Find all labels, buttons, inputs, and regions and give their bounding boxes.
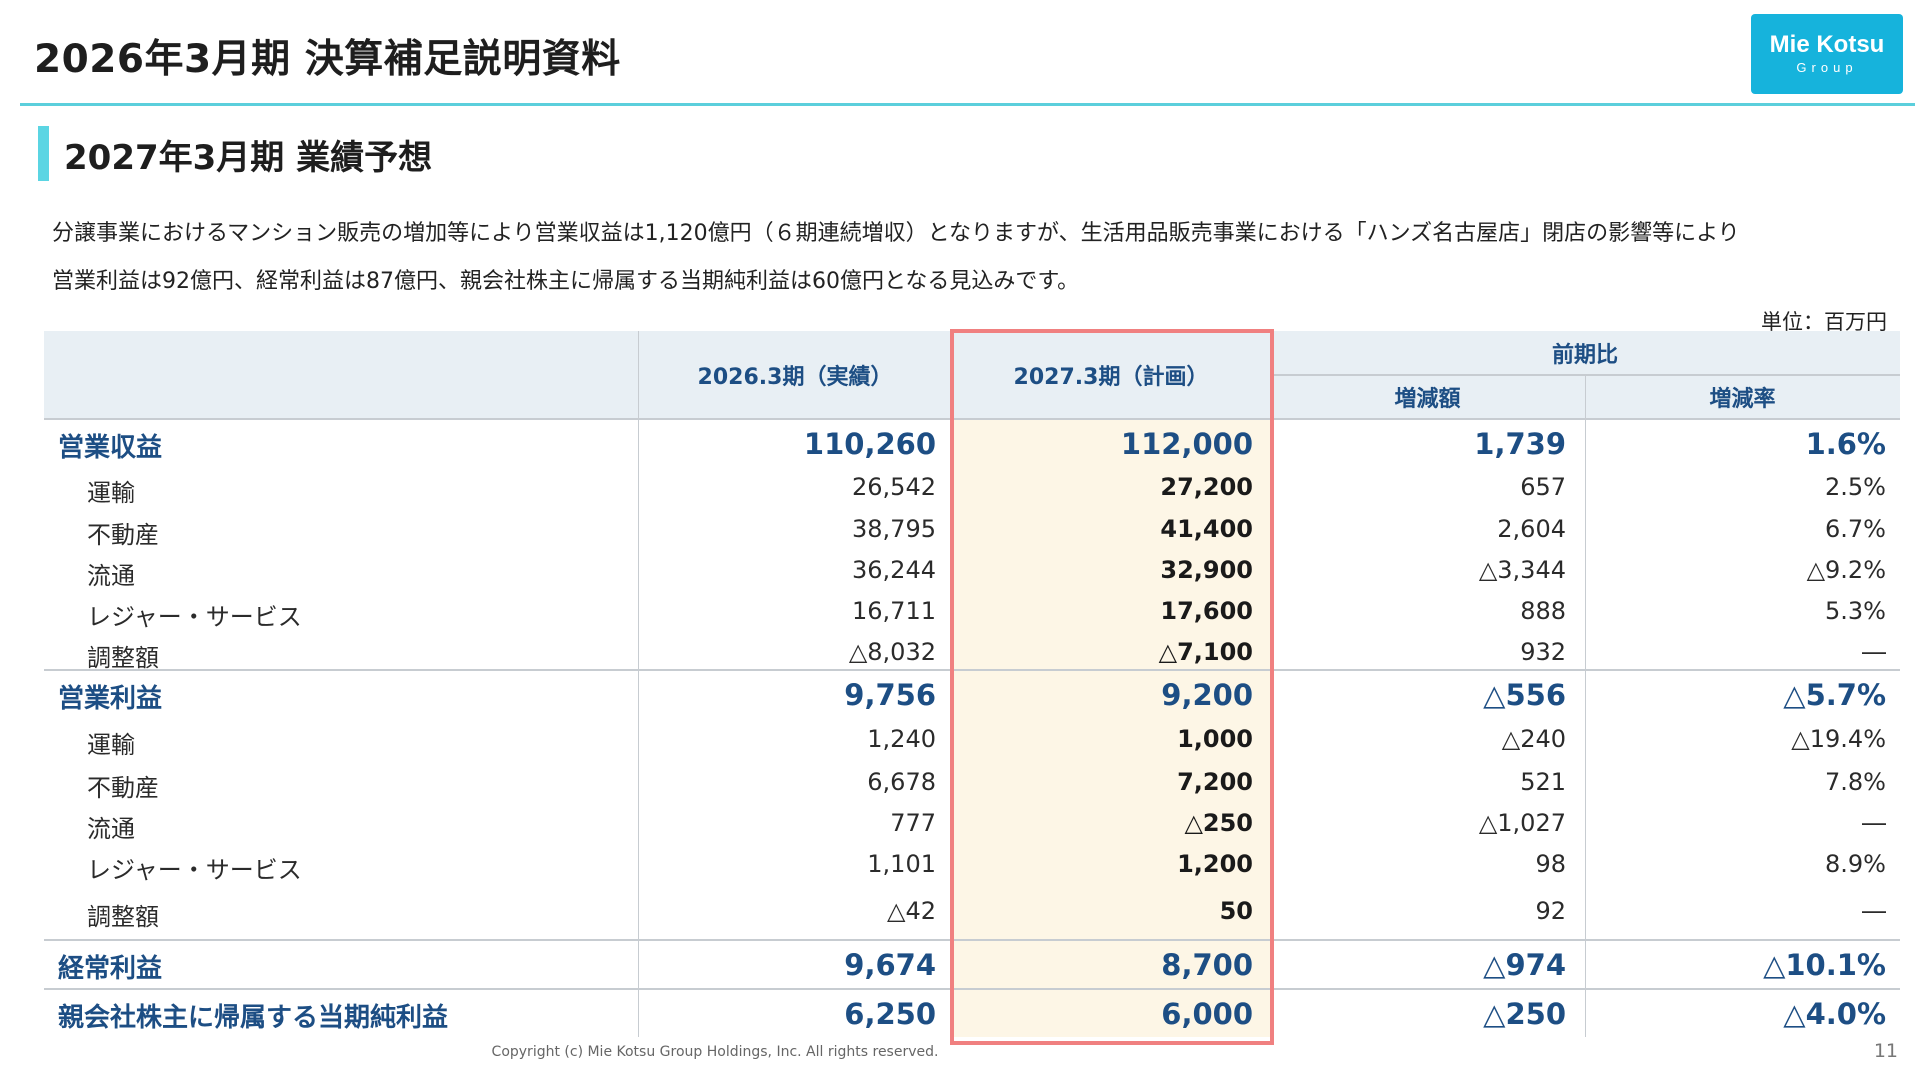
diff-value: 2,604	[1497, 515, 1566, 543]
row-label: 営業収益	[58, 433, 163, 463]
rate-value: 7.8%	[1825, 768, 1886, 796]
actual-value: 38,795	[852, 515, 936, 543]
description-line-1: 分譲事業におけるマンション販売の増加等により営業収益は1,120億円（６期連続増…	[52, 221, 1740, 246]
column-divider	[638, 331, 639, 1037]
page-title: 2026年3月期 決算補足説明資料	[34, 37, 621, 82]
header-diff: 増減額	[1394, 387, 1461, 412]
rate-value: 8.9%	[1825, 850, 1886, 878]
actual-value: 9,674	[844, 948, 936, 982]
diff-value: 657	[1520, 473, 1566, 501]
diff-value: 92	[1535, 897, 1566, 925]
header-comparison: 前期比	[1551, 343, 1618, 368]
header-rate: 増減率	[1709, 387, 1776, 412]
row-label: 不動産	[87, 774, 159, 802]
diff-value: 521	[1520, 768, 1566, 796]
section-accent-bar	[38, 126, 49, 181]
description: 分譲事業におけるマンション販売の増加等により営業収益は1,120億円（６期連続増…	[52, 210, 1920, 306]
header-divider	[1270, 374, 1900, 376]
plan-column-frame	[950, 329, 1274, 1045]
actual-value: △8,032	[848, 638, 936, 666]
rate-value: △4.0%	[1783, 997, 1886, 1031]
row-label: 不動産	[87, 521, 159, 549]
row-label: 流通	[87, 815, 135, 843]
actual-value: 110,260	[803, 427, 936, 461]
diff-value: △974	[1483, 948, 1566, 982]
description-line-2: 営業利益は92億円、経常利益は87億円、親会社株主に帰属する当期純利益は60億円…	[52, 269, 1080, 294]
rate-value: △10.1%	[1763, 948, 1886, 982]
section-title: 2027年3月期 業績予想	[64, 138, 433, 178]
rate-value: 5.3%	[1825, 597, 1886, 625]
title-divider	[20, 103, 1915, 106]
row-label: レジャー・サービス	[87, 856, 302, 884]
row-label: 調整額	[87, 644, 159, 672]
actual-value: 6,250	[844, 997, 936, 1031]
actual-value: 1,101	[867, 850, 936, 878]
forecast-table: 2026.3期（実績） 2027.3期（計画） 前期比 増減額 増減率 営業収益…	[44, 329, 1900, 1045]
rate-value: ―	[1862, 897, 1886, 925]
diff-value: 932	[1520, 638, 1566, 666]
diff-value: 1,739	[1474, 427, 1566, 461]
row-label: 経常利益	[58, 954, 163, 984]
actual-value: 36,244	[852, 556, 936, 584]
row-label: 運輸	[87, 731, 135, 759]
actual-value: 1,240	[867, 725, 936, 753]
diff-value: 888	[1520, 597, 1566, 625]
diff-value: △1,027	[1478, 809, 1566, 837]
row-label: レジャー・サービス	[87, 603, 302, 631]
rate-value: ―	[1862, 638, 1886, 666]
rate-value: △9.2%	[1806, 556, 1886, 584]
rate-value: ―	[1862, 809, 1886, 837]
rate-value: 6.7%	[1825, 515, 1886, 543]
actual-value: 9,756	[844, 678, 936, 712]
row-label: 流通	[87, 562, 135, 590]
rate-value: △19.4%	[1791, 725, 1886, 753]
actual-value: 26,542	[852, 473, 936, 501]
diff-value: △556	[1483, 678, 1566, 712]
diff-value: △250	[1483, 997, 1566, 1031]
row-label: 調整額	[87, 903, 159, 931]
logo-sub-text: Group	[1796, 60, 1858, 75]
rate-value: 1.6%	[1805, 427, 1886, 461]
diff-value: △3,344	[1478, 556, 1566, 584]
actual-value: 777	[890, 809, 936, 837]
rate-value: 2.5%	[1825, 473, 1886, 501]
actual-value: 6,678	[867, 768, 936, 796]
header-actual: 2026.3期（実績）	[697, 365, 893, 390]
row-label: 親会社株主に帰属する当期純利益	[58, 1003, 449, 1033]
row-label: 運輸	[87, 479, 135, 507]
rate-value: △5.7%	[1783, 678, 1886, 712]
row-label: 営業利益	[58, 684, 163, 714]
copyright: Copyright (c) Mie Kotsu Group Holdings, …	[491, 1044, 939, 1060]
actual-value: 16,711	[852, 597, 936, 625]
diff-value: △240	[1501, 725, 1566, 753]
company-logo: Mie Kotsu Group	[1751, 14, 1903, 94]
actual-value: △42	[887, 897, 936, 925]
diff-value: 98	[1535, 850, 1566, 878]
page-number: 11	[1873, 1040, 1898, 1062]
logo-main-text: Mie Kotsu	[1769, 31, 1885, 58]
